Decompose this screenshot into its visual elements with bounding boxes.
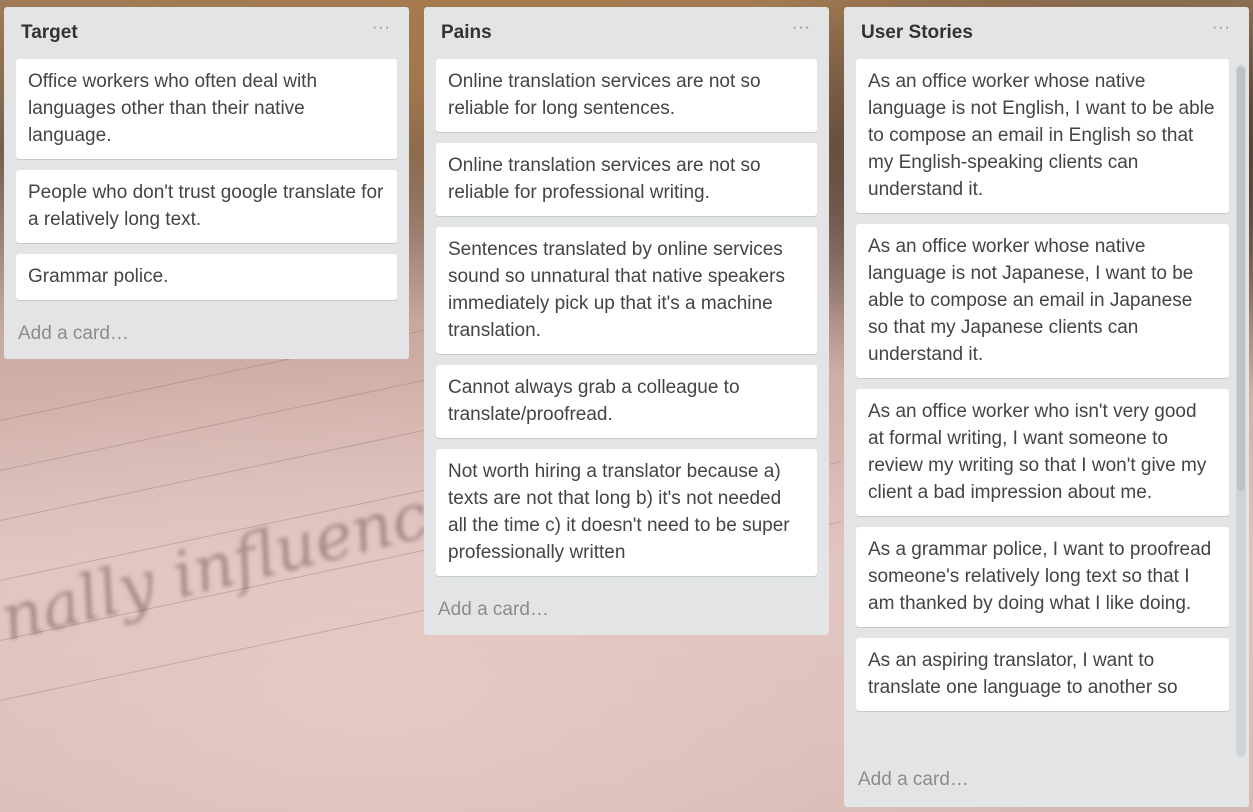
card[interactable]: Sentences translated by online services … <box>436 227 817 354</box>
card[interactable]: Not worth hiring a translator because a)… <box>436 449 817 576</box>
card[interactable]: As an office worker whose native languag… <box>856 224 1229 378</box>
list-title[interactable]: Target <box>21 22 78 44</box>
list-menu-icon[interactable]: ··· <box>1208 20 1235 46</box>
card[interactable]: As an office worker who isn't very good … <box>856 389 1229 516</box>
list-user-stories: User Stories ··· As an office worker who… <box>844 7 1249 807</box>
card[interactable]: As an aspiring translator, I want to tra… <box>856 638 1229 711</box>
card[interactable]: Office workers who often deal with langu… <box>16 59 397 159</box>
list-target: Target ··· Office workers who often deal… <box>4 7 409 359</box>
card[interactable]: People who don't trust google translate … <box>16 170 397 243</box>
card[interactable]: Cannot always grab a colleague to transl… <box>436 365 817 438</box>
add-card-button[interactable]: Add a card… <box>856 757 1237 805</box>
card-list[interactable]: As an office worker whose native languag… <box>856 59 1229 757</box>
list-header: Pains ··· <box>436 7 817 59</box>
add-card-button[interactable]: Add a card… <box>16 311 397 359</box>
card-list: Online translation services are not so r… <box>436 59 817 576</box>
list-menu-icon[interactable]: ··· <box>368 20 395 46</box>
card[interactable]: Online translation services are not so r… <box>436 143 817 216</box>
card[interactable]: As an office worker whose native languag… <box>856 59 1229 213</box>
scrollbar-thumb[interactable] <box>1237 67 1245 491</box>
list-menu-icon[interactable]: ··· <box>788 20 815 46</box>
card[interactable]: Grammar police. <box>16 254 397 300</box>
card[interactable]: Online translation services are not so r… <box>436 59 817 132</box>
list-header: Target ··· <box>16 7 397 59</box>
card[interactable]: As a grammar police, I want to proofread… <box>856 527 1229 627</box>
card-list: Office workers who often deal with langu… <box>16 59 397 300</box>
list-scrollbar[interactable] <box>1236 65 1246 757</box>
list-title[interactable]: Pains <box>441 22 492 44</box>
add-card-button[interactable]: Add a card… <box>436 587 817 635</box>
list-pains: Pains ··· Online translation services ar… <box>424 7 829 635</box>
list-header: User Stories ··· <box>856 7 1237 59</box>
list-title[interactable]: User Stories <box>861 22 973 44</box>
